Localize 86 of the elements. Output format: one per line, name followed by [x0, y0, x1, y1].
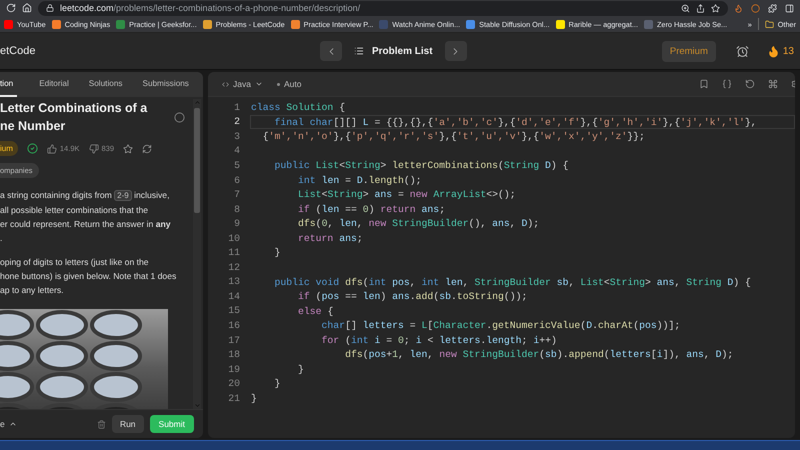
line-number: 15 — [227, 305, 240, 316]
caret-icon — [8, 420, 17, 428]
braces-icon[interactable] — [722, 79, 732, 89]
line-number: 4 — [233, 145, 240, 156]
code-line: {'m','n','o'},{'p','q','r','s'},{'t','u','v'},{'w','x','y','z'}}; — [262, 130, 646, 144]
lock-icon — [46, 4, 54, 12]
panel-tab[interactable]: Editorial — [35, 72, 69, 97]
code-line: if (len == 0) return ans; — [297, 202, 446, 216]
folder-icon — [764, 20, 774, 28]
code-line: dfs(pos+1, len, new StringBuilder(sb).append(letters[i]), ans, D); — [344, 348, 734, 362]
mode-select[interactable]: Auto — [276, 79, 302, 89]
command-icon[interactable] — [768, 79, 778, 89]
star-icon[interactable] — [123, 144, 134, 154]
code-line: dfs(0, len, new StringBuilder(), ans, D); — [297, 217, 540, 231]
line-number: 3 — [233, 130, 240, 142]
line-number: 10 — [227, 232, 240, 244]
code-icon — [222, 80, 229, 88]
brand-name[interactable]: etCode — [0, 45, 320, 57]
line-number: 5 — [233, 160, 240, 171]
premium-button[interactable]: Premium — [662, 40, 716, 62]
line-number: 11 — [227, 247, 240, 258]
code-line: public void dfs(int pos, int len, StringBuilder sb, List<String> ans, String D) { — [274, 276, 752, 290]
line-number: 8 — [233, 204, 240, 215]
flame-icon[interactable] — [734, 4, 743, 12]
code-line: public List<String> letterCombinations(String D) { — [274, 159, 570, 173]
line-number: 17 — [227, 334, 240, 346]
code-line: class Solution { — [250, 101, 346, 115]
line-number: 12 — [227, 262, 240, 273]
trash-icon[interactable] — [96, 420, 106, 428]
problem-list-link[interactable]: Problem List — [354, 46, 433, 56]
code-line: List<String> ans = new ArrayList<>(); — [297, 188, 517, 202]
panel-tab[interactable]: tion — [0, 72, 18, 97]
streak-counter[interactable]: 13 — [766, 44, 794, 58]
circle-icon[interactable] — [174, 112, 185, 122]
url-text: leetcode.com/problems/letter-combinations-of-a-phone-number/description/ — [60, 3, 362, 13]
panel-tab[interactable]: Solutions — [84, 72, 122, 97]
line-number: 14 — [227, 290, 240, 302]
thumbs-down-icon — [88, 144, 98, 154]
console-toggle[interactable]: e — [0, 419, 17, 429]
code-line: if (pos == len) ans.add(sb.toString()); — [297, 290, 528, 304]
streak-count: 13 — [782, 46, 794, 56]
code-line: for (int i = 0; i < letters.length; i++) — [320, 334, 558, 348]
list-icon — [354, 46, 364, 56]
line-number: 18 — [227, 349, 240, 360]
problem-title: Letter Combinations of a ne Number — [0, 100, 148, 135]
thumbs-up-icon — [46, 144, 57, 154]
address-bar[interactable]: leetcode.com/problems/letter-combinations-of-a-phone-number/description/ — [38, 0, 728, 16]
bookmark-icon[interactable] — [699, 79, 709, 89]
code-line: return ans; — [297, 232, 364, 246]
line-number: 6 — [233, 174, 240, 186]
line-number: 9 — [233, 218, 240, 230]
zoom-icon[interactable] — [681, 4, 690, 12]
scroll-down-icon — [194, 402, 200, 409]
code-line: int len = D.length(); — [297, 174, 423, 188]
reload-icon[interactable] — [6, 3, 16, 13]
line-number: 2 — [233, 116, 240, 128]
difficulty-tag: ium — [0, 141, 18, 156]
home-icon[interactable] — [22, 3, 32, 13]
code-line: } — [297, 362, 305, 376]
run-button[interactable]: Run — [112, 415, 144, 433]
code-line: } — [274, 377, 282, 391]
scroll-up-icon — [194, 99, 200, 106]
chevron-down-icon — [254, 80, 263, 88]
flame-icon — [766, 44, 780, 58]
line-number: 20 — [227, 378, 240, 390]
problem-description: a string containing digits from 2-9 inclusive, all possible letter combinations that the er could represent. Return the answer in any . — [0, 189, 172, 245]
problem-list-label: Problem List — [372, 46, 433, 56]
alarm-clock-icon[interactable] — [736, 44, 749, 58]
scrollbar[interactable] — [193, 99, 201, 409]
code-line: } — [274, 246, 282, 260]
sidebar-icon[interactable] — [785, 4, 794, 12]
problem-description: oping of digits to letters (just like on the hone buttons) is given below. Note that 1 does ap to any letters. — [0, 256, 178, 297]
line-number: 7 — [233, 189, 240, 200]
code-line: char[] letters = L[Character.getNumericValue(D.charAt(pos))]; — [320, 319, 682, 333]
panel-tab[interactable]: Submissions — [138, 72, 189, 97]
code-line: else { — [297, 304, 334, 318]
line-number: 21 — [227, 392, 240, 404]
reset-icon[interactable] — [745, 79, 755, 89]
code-line: } — [250, 392, 258, 406]
line-number: 16 — [227, 320, 240, 331]
line-number: 19 — [227, 364, 240, 375]
inline-code: 2-9 — [114, 190, 132, 201]
extensions-icon[interactable] — [768, 4, 777, 12]
language-select[interactable]: Java — [222, 79, 263, 89]
line-number: 1 — [233, 102, 240, 113]
line-number: 13 — [227, 276, 240, 288]
